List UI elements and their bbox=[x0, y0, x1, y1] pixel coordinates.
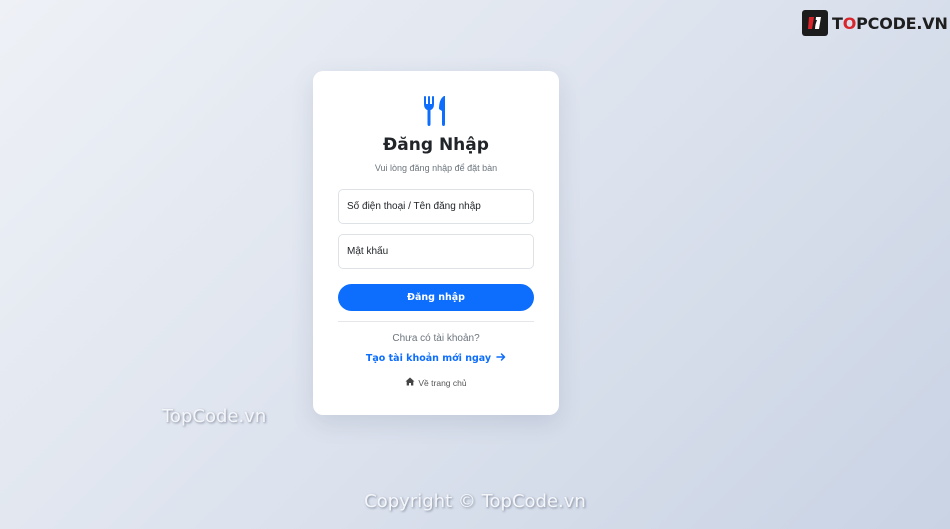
brand-accent-letter: O bbox=[842, 13, 857, 33]
no-account-text: Chưa có tài khoản? bbox=[392, 333, 480, 344]
topcode-logo-icon bbox=[802, 10, 828, 36]
password-input[interactable] bbox=[338, 234, 534, 269]
username-input[interactable] bbox=[338, 189, 534, 224]
watermark-left: TopCode.vn bbox=[162, 406, 267, 427]
login-card: Đăng Nhập Vui lòng đăng nhập để đặt bàn … bbox=[313, 71, 559, 415]
brand-rest: PCODE.VN bbox=[856, 13, 948, 33]
utensils-icon bbox=[422, 95, 450, 127]
back-home-link[interactable]: Về trang chủ bbox=[313, 377, 559, 388]
login-button[interactable]: Đăng nhập bbox=[338, 284, 534, 311]
page-title: Đăng Nhập bbox=[383, 135, 489, 155]
topcode-brand-text: TOPCODE.VN bbox=[832, 14, 948, 33]
divider bbox=[338, 321, 534, 322]
create-account-link[interactable]: Tạo tài khoản mới ngay bbox=[313, 352, 559, 365]
create-account-label: Tạo tài khoản mới ngay bbox=[365, 353, 492, 364]
page-subtitle: Vui lòng đăng nhập để đặt bàn bbox=[374, 163, 498, 173]
back-home-label: Về trang chủ bbox=[418, 377, 467, 388]
topcode-brand-logo: TOPCODE.VN bbox=[802, 10, 948, 36]
watermark-copyright: Copyright © TopCode.vn bbox=[364, 491, 586, 512]
home-icon bbox=[405, 377, 415, 388]
arrow-right-icon bbox=[496, 352, 506, 365]
brand-prefix: T bbox=[832, 13, 843, 33]
